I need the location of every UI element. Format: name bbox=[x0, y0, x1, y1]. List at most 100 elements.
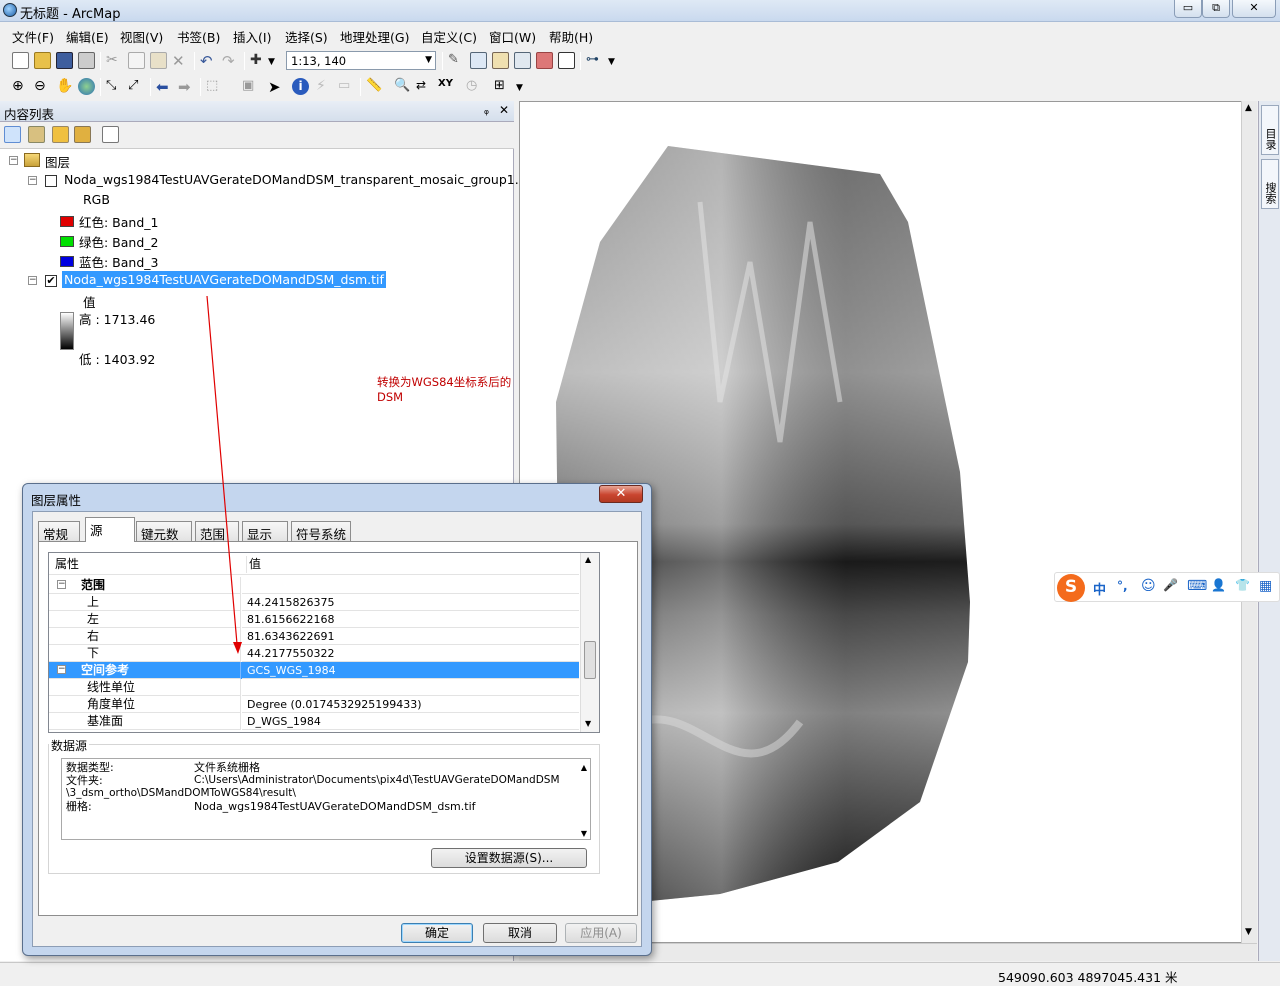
grid-row-right[interactable]: 右 81.6343622691 bbox=[49, 628, 579, 645]
paste-icon[interactable] bbox=[150, 52, 167, 69]
full-extent-icon[interactable] bbox=[78, 78, 95, 95]
property-grid[interactable]: 属性 值 − 范围 上 44.2415826375 左 81.615662216… bbox=[48, 552, 600, 733]
minimize-button[interactable]: ▭ bbox=[1174, 0, 1202, 18]
close-icon[interactable]: ✕ bbox=[499, 103, 509, 117]
tab-key-metadata[interactable]: 键元数据 bbox=[136, 521, 192, 561]
tab-general[interactable]: 常规 bbox=[38, 521, 80, 542]
tab-extent[interactable]: 范围 bbox=[195, 521, 239, 542]
scroll-up-icon[interactable]: ▲ bbox=[1245, 103, 1252, 113]
scroll-down-icon[interactable]: ▼ bbox=[581, 827, 587, 840]
layer1-name[interactable]: Noda_wgs1984TestUAVGerateDOMandDSM_trans… bbox=[64, 172, 531, 187]
html-popup-icon[interactable]: ▭ bbox=[338, 78, 355, 95]
menu-windows[interactable]: 窗口(W) bbox=[489, 27, 536, 46]
skin-icon[interactable]: 👕 bbox=[1235, 578, 1250, 592]
create-viewer-window-icon[interactable]: ⊞ bbox=[494, 78, 511, 95]
catalog-tab[interactable]: 目录 bbox=[1261, 105, 1279, 155]
pin-icon[interactable]: ᵩ bbox=[484, 103, 489, 117]
zoom-in-icon[interactable]: ⊕ bbox=[12, 78, 29, 95]
microphone-icon[interactable]: 🎤 bbox=[1163, 578, 1178, 592]
menu-view[interactable]: 视图(V) bbox=[120, 27, 163, 46]
menu-help[interactable]: 帮助(H) bbox=[549, 27, 593, 46]
keyboard-icon[interactable]: ⌨ bbox=[1187, 578, 1207, 594]
select-features-icon[interactable]: ⬚ bbox=[206, 78, 223, 95]
blue-band-swatch[interactable] bbox=[60, 256, 74, 267]
emoji-icon[interactable]: ☺ bbox=[1141, 578, 1156, 594]
search-window-icon[interactable] bbox=[514, 52, 531, 69]
scroll-down-icon[interactable]: ▼ bbox=[1245, 927, 1252, 937]
layers-group-label[interactable]: 图层 bbox=[45, 152, 70, 171]
layer1-visibility-checkbox[interactable] bbox=[45, 175, 57, 187]
add-data-dropdown-icon[interactable]: ▼ bbox=[268, 57, 285, 74]
tools-options-icon[interactable]: ▼ bbox=[516, 83, 533, 100]
ime-punctuation[interactable]: °, bbox=[1117, 579, 1128, 593]
datasource-textbox[interactable]: 数据类型: 文件系统栅格 文件夹: C:\Users\Administrator\D… bbox=[61, 758, 591, 840]
menu-geoprocessing[interactable]: 地理处理(G) bbox=[340, 27, 409, 46]
fixed-zoom-in-icon[interactable]: ⤡ bbox=[106, 78, 123, 95]
toolbox-icon[interactable]: ▦ bbox=[1259, 578, 1272, 594]
map-scale-combobox[interactable]: 1:13, 140 ▼ bbox=[286, 51, 436, 70]
catalog-icon[interactable] bbox=[492, 52, 509, 69]
go-back-icon[interactable]: ⬅ bbox=[156, 78, 173, 96]
list-by-visibility-icon[interactable] bbox=[52, 126, 69, 143]
table-of-contents-icon[interactable] bbox=[470, 52, 487, 69]
column-header-value[interactable]: 值 bbox=[246, 556, 261, 573]
list-by-selection-icon[interactable] bbox=[74, 126, 91, 143]
layer2-name[interactable]: Noda_wgs1984TestUAVGerateDOMandDSM_dsm.t… bbox=[62, 271, 386, 288]
tab-display[interactable]: 显示 bbox=[242, 521, 288, 542]
dialog-close-button[interactable]: ✕ bbox=[599, 485, 643, 503]
cancel-button[interactable]: 取消 bbox=[483, 923, 557, 943]
copy-icon[interactable] bbox=[128, 52, 145, 69]
identify-icon[interactable]: i bbox=[292, 78, 309, 95]
redo-icon[interactable]: ↷ bbox=[222, 52, 239, 70]
tab-source[interactable]: 源 bbox=[85, 517, 135, 542]
grid-row-extent[interactable]: − 范围 bbox=[49, 577, 579, 594]
arctoolbox-icon[interactable] bbox=[536, 52, 553, 69]
measure-icon[interactable]: 📏 bbox=[366, 78, 383, 95]
grid-row-datum[interactable]: 基准面 D_WGS_1984 bbox=[49, 713, 579, 730]
column-header-property[interactable]: 属性 bbox=[55, 556, 79, 573]
grid-row-bottom[interactable]: 下 44.2177550322 bbox=[49, 645, 579, 662]
list-by-drawing-order-icon[interactable] bbox=[4, 126, 21, 143]
save-icon[interactable] bbox=[56, 52, 73, 69]
model-builder-icon[interactable]: ⊶ bbox=[586, 52, 603, 69]
ok-button[interactable]: 确定 bbox=[401, 923, 473, 943]
add-data-icon[interactable]: ✚ bbox=[250, 52, 267, 69]
user-icon[interactable]: 👤 bbox=[1211, 578, 1226, 592]
layer2-visibility-checkbox[interactable]: ✔ bbox=[45, 275, 57, 287]
delete-icon[interactable]: ✕ bbox=[172, 52, 189, 70]
find-route-icon[interactable]: ⇄ bbox=[416, 78, 433, 95]
set-data-source-button[interactable]: 设置数据源(S)... bbox=[431, 848, 587, 868]
scroll-up-icon[interactable]: ▲ bbox=[585, 555, 591, 564]
toolbar-options-icon[interactable]: ▼ bbox=[608, 57, 625, 74]
find-icon[interactable]: 🔍 bbox=[394, 78, 411, 95]
menu-file[interactable]: 文件(F) bbox=[12, 27, 54, 46]
close-window-button[interactable]: ✕ bbox=[1232, 0, 1276, 18]
red-band-swatch[interactable] bbox=[60, 216, 74, 227]
collapse-icon[interactable]: − bbox=[9, 156, 18, 165]
menu-edit[interactable]: 编辑(E) bbox=[66, 27, 109, 46]
open-folder-icon[interactable] bbox=[34, 52, 51, 69]
hyperlink-icon[interactable]: ⚡ bbox=[316, 78, 333, 95]
grid-row-left[interactable]: 左 81.6156622168 bbox=[49, 611, 579, 628]
toc-options-icon[interactable] bbox=[102, 126, 119, 143]
editor-icon[interactable]: ✎ bbox=[448, 52, 465, 69]
apply-button[interactable]: 应用(A) bbox=[565, 923, 637, 943]
menu-insert[interactable]: 插入(I) bbox=[233, 27, 271, 46]
pan-icon[interactable]: ✋ bbox=[56, 78, 73, 95]
go-to-xy-icon[interactable]: XY bbox=[438, 78, 455, 95]
python-window-icon[interactable] bbox=[558, 52, 575, 69]
maximize-button[interactable]: ⧉ bbox=[1202, 0, 1230, 18]
scroll-up-icon[interactable]: ▲ bbox=[581, 761, 587, 774]
print-icon[interactable] bbox=[78, 52, 95, 69]
grid-row-spatial-reference[interactable]: − 空间参考 GCS_WGS_1984 bbox=[49, 662, 579, 679]
grid-scrollbar[interactable]: ▲ ▼ bbox=[580, 553, 599, 732]
tab-symbology[interactable]: 符号系统 bbox=[291, 521, 351, 542]
collapse-icon[interactable]: − bbox=[28, 176, 37, 185]
grid-row-linear-unit[interactable]: 线性单位 bbox=[49, 679, 579, 696]
scroll-down-icon[interactable]: ▼ bbox=[585, 719, 591, 728]
undo-icon[interactable]: ↶ bbox=[200, 52, 217, 70]
grid-row-angular-unit[interactable]: 角度单位 Degree (0.0174532925199433) bbox=[49, 696, 579, 713]
map-vertical-scrollbar[interactable]: ▲ ▼ bbox=[1241, 101, 1257, 943]
list-by-source-icon[interactable] bbox=[28, 126, 45, 143]
time-slider-icon[interactable]: ◷ bbox=[466, 78, 483, 95]
